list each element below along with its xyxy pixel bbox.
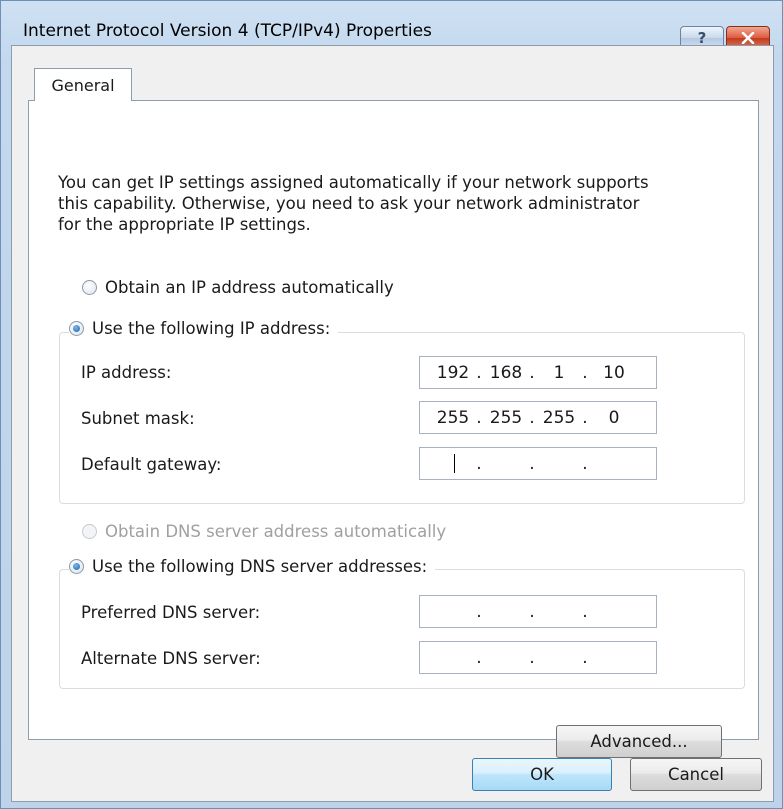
alternate-dns-input[interactable]: . . . [419, 641, 657, 674]
advanced-button[interactable]: Advanced... [556, 725, 722, 758]
ip-dot: . [476, 453, 482, 474]
ip-dot: . [529, 407, 535, 428]
use-following-dns-radio[interactable] [69, 559, 84, 574]
use-following-dns-option[interactable]: Use the following DNS server addresses: [69, 557, 436, 576]
ip-dot: . [476, 601, 482, 622]
ip-octet-2[interactable]: 168 [484, 357, 528, 388]
subnet-octet-4[interactable]: 0 [592, 402, 636, 433]
title-bar[interactable]: Internet Protocol Version 4 (TCP/IPv4) P… [1, 1, 782, 50]
obtain-dns-auto-label: Obtain DNS server address automatically [105, 522, 447, 541]
intro-line: for the appropriate IP settings. [58, 215, 311, 234]
alternate-dns-octet-3[interactable] [537, 642, 581, 673]
ip-dot: . [582, 453, 588, 474]
intro-line: this capability. Otherwise, you need to … [58, 194, 640, 213]
obtain-dns-auto-option[interactable]: Obtain DNS server address automatically [82, 522, 455, 541]
use-following-ip-radio[interactable] [69, 321, 84, 336]
tab-general[interactable]: General [34, 68, 132, 101]
ip-address-input[interactable]: 192 . 168 . 1 . 10 [419, 356, 657, 389]
window-title: Internet Protocol Version 4 (TCP/IPv4) P… [23, 21, 432, 41]
ip-dot: . [582, 407, 588, 428]
dialog-client-area: General You can get IP settings assigned… [11, 45, 774, 802]
tab-general-label: General [51, 75, 115, 95]
ip-dot: . [582, 647, 588, 668]
ip-dot: . [582, 362, 588, 383]
ip-dot: . [476, 407, 482, 428]
cancel-button[interactable]: Cancel [630, 758, 762, 791]
use-following-ip-label: Use the following IP address: [92, 319, 331, 338]
gateway-octet-2[interactable] [484, 448, 528, 479]
close-icon [741, 32, 755, 44]
ip-address-label: IP address: [81, 363, 172, 382]
ip-dot: . [476, 647, 482, 668]
ok-button[interactable]: OK [472, 758, 612, 791]
subnet-octet-1[interactable]: 255 [431, 402, 475, 433]
subnet-octet-2[interactable]: 255 [484, 402, 528, 433]
general-tab-panel: You can get IP settings assigned automat… [28, 100, 759, 758]
subnet-mask-label: Subnet mask: [81, 409, 195, 428]
ip-dot: . [529, 362, 535, 383]
intro-text: You can get IP settings assigned automat… [58, 172, 708, 235]
use-following-ip-option[interactable]: Use the following IP address: [69, 319, 339, 338]
gateway-octet-3[interactable] [537, 448, 581, 479]
use-following-dns-label: Use the following DNS server addresses: [92, 557, 428, 576]
default-gateway-input[interactable]: . . . [419, 447, 657, 480]
gateway-octet-4[interactable] [592, 448, 636, 479]
intro-line: You can get IP settings assigned automat… [58, 173, 649, 192]
obtain-ip-auto-radio[interactable] [82, 280, 97, 295]
ip-octet-1[interactable]: 192 [431, 357, 475, 388]
preferred-dns-label: Preferred DNS server: [81, 603, 261, 622]
ip-dot: . [582, 601, 588, 622]
gateway-octet-1[interactable] [431, 448, 475, 479]
alternate-dns-octet-1[interactable] [431, 642, 475, 673]
obtain-ip-auto-option[interactable]: Obtain an IP address automatically [82, 278, 402, 297]
subnet-octet-3[interactable]: 255 [537, 402, 581, 433]
default-gateway-label: Default gateway: [81, 455, 222, 474]
preferred-dns-octet-3[interactable] [537, 596, 581, 627]
preferred-dns-input[interactable]: . . . [419, 595, 657, 628]
ip-dot: . [529, 647, 535, 668]
ip-octet-3[interactable]: 1 [537, 357, 581, 388]
obtain-ip-auto-label: Obtain an IP address automatically [105, 278, 394, 297]
alternate-dns-octet-2[interactable] [484, 642, 528, 673]
ip-dot: . [529, 601, 535, 622]
ip-dot: . [476, 362, 482, 383]
ip-dot: . [529, 453, 535, 474]
obtain-dns-auto-radio[interactable] [82, 524, 97, 539]
alternate-dns-label: Alternate DNS server: [81, 649, 261, 668]
preferred-dns-octet-4[interactable] [592, 596, 636, 627]
alternate-dns-octet-4[interactable] [592, 642, 636, 673]
preferred-dns-octet-1[interactable] [431, 596, 475, 627]
dialog-window: Internet Protocol Version 4 (TCP/IPv4) P… [0, 0, 783, 809]
ip-octet-4[interactable]: 10 [592, 357, 636, 388]
preferred-dns-octet-2[interactable] [484, 596, 528, 627]
subnet-mask-input[interactable]: 255 . 255 . 255 . 0 [419, 401, 657, 434]
